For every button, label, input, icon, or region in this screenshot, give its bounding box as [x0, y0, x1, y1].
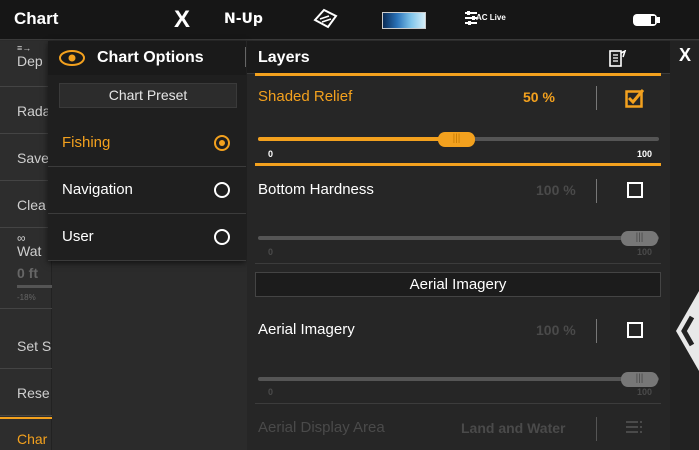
slider-min-label: 0	[268, 387, 274, 397]
preset-option-navigation[interactable]: Navigation	[48, 167, 246, 214]
slider-thumb[interactable]: |||	[621, 372, 658, 387]
slider-min-label: 0	[268, 149, 274, 159]
slider-max-label: 100	[637, 387, 653, 397]
preset-label: Navigation	[62, 181, 133, 198]
close-icon[interactable]: X	[174, 6, 190, 34]
checkbox-icon[interactable]	[627, 182, 643, 198]
close-icon[interactable]: X	[679, 45, 691, 66]
shaded-relief-label: Shaded Relief	[258, 88, 353, 105]
aerial-imagery-section-header: Aerial Imagery	[255, 272, 661, 297]
slider-max-label: 100	[637, 149, 653, 159]
chart-main-menu: ≡→ Dep Rada Save Clea ∞ Wat 0 ft -18% Se…	[0, 41, 52, 450]
view-mode-button[interactable]: N-Up	[224, 11, 263, 27]
top-status-bar: Chart X N-Up AC Live	[0, 0, 699, 40]
row-divider	[596, 179, 597, 203]
document-edit-icon[interactable]	[609, 50, 627, 67]
layers-header: Layers	[245, 41, 670, 74]
aerial-imagery-slider[interactable]	[258, 377, 659, 381]
layers-panel: Layers Shaded Relief 50 % ||| 0 100 Bott…	[245, 41, 670, 450]
preset-label: User	[62, 228, 94, 245]
eye-icon	[59, 50, 85, 66]
preset-label: Fishing	[62, 134, 111, 151]
chevron-left-icon[interactable]	[676, 291, 699, 371]
aerial-display-area-label: Aerial Display Area	[258, 419, 385, 436]
preset-option-fishing[interactable]: Fishing	[48, 120, 246, 167]
radio-icon[interactable]	[214, 182, 230, 198]
shaded-relief-value: 50 %	[523, 89, 555, 105]
preset-option-user[interactable]: User	[48, 214, 246, 261]
battery-icon	[633, 14, 660, 26]
bottom-hardness-value: 100 %	[536, 182, 576, 198]
app-title: Chart	[14, 9, 59, 28]
shaded-relief-group: Shaded Relief 50 % ||| 0 100	[255, 73, 661, 166]
bottom-hardness-group: Bottom Hardness 100 % ||| 0 100	[255, 169, 661, 264]
menu-item-radar[interactable]: Rada	[0, 88, 52, 134]
aerial-imagery-group: Aerial Imagery 100 % ||| 0 100	[255, 309, 661, 404]
palette-gradient-icon[interactable]	[382, 12, 426, 29]
aerial-display-area-row: Aerial Display Area Land and Water	[255, 407, 661, 450]
layers-title: Layers	[258, 49, 310, 66]
menu-item-chart[interactable]: Char	[0, 417, 52, 450]
row-divider	[596, 319, 597, 343]
slider-min-label: 0	[268, 247, 274, 257]
right-edge-strip: X	[670, 41, 699, 450]
menu-item-reset[interactable]: Rese	[0, 370, 52, 416]
header-divider	[245, 47, 246, 67]
list-menu-icon	[626, 421, 642, 433]
chart-options-header: Chart Options	[48, 41, 246, 75]
ac-live-label: AC Live	[476, 13, 506, 22]
radio-selected-icon[interactable]	[214, 135, 230, 151]
menu-item-water[interactable]: ∞ Wat 0 ft -18%	[0, 229, 52, 309]
row-divider	[596, 86, 597, 110]
slider-max-label: 100	[637, 247, 653, 257]
row-divider	[596, 417, 597, 441]
menu-item-depth[interactable]: ≡→ Dep	[0, 41, 52, 87]
menu-item-save[interactable]: Save	[0, 135, 52, 181]
slider-thumb[interactable]: |||	[438, 132, 475, 147]
chart-options-panel: Chart Options Chart Preset Fishing Navig…	[48, 41, 246, 261]
menu-item-clear[interactable]: Clea	[0, 182, 52, 228]
chart-preset-header: Chart Preset	[59, 83, 237, 108]
bottom-hardness-slider[interactable]	[258, 236, 659, 240]
aerial-display-area-value: Land and Water	[461, 420, 566, 436]
aerial-imagery-label: Aerial Imagery	[258, 321, 355, 338]
menu-item-set[interactable]: Set S	[0, 323, 52, 369]
aerial-imagery-value: 100 %	[536, 322, 576, 338]
bottom-hardness-label: Bottom Hardness	[258, 181, 374, 198]
slider-thumb[interactable]: |||	[621, 231, 658, 246]
sonar-fish-icon[interactable]	[312, 6, 338, 30]
slider-fill	[258, 137, 458, 141]
checkbox-checked-icon[interactable]	[625, 88, 645, 108]
radio-icon[interactable]	[214, 229, 230, 245]
checkbox-icon[interactable]	[627, 322, 643, 338]
chart-options-title: Chart Options	[97, 49, 204, 66]
